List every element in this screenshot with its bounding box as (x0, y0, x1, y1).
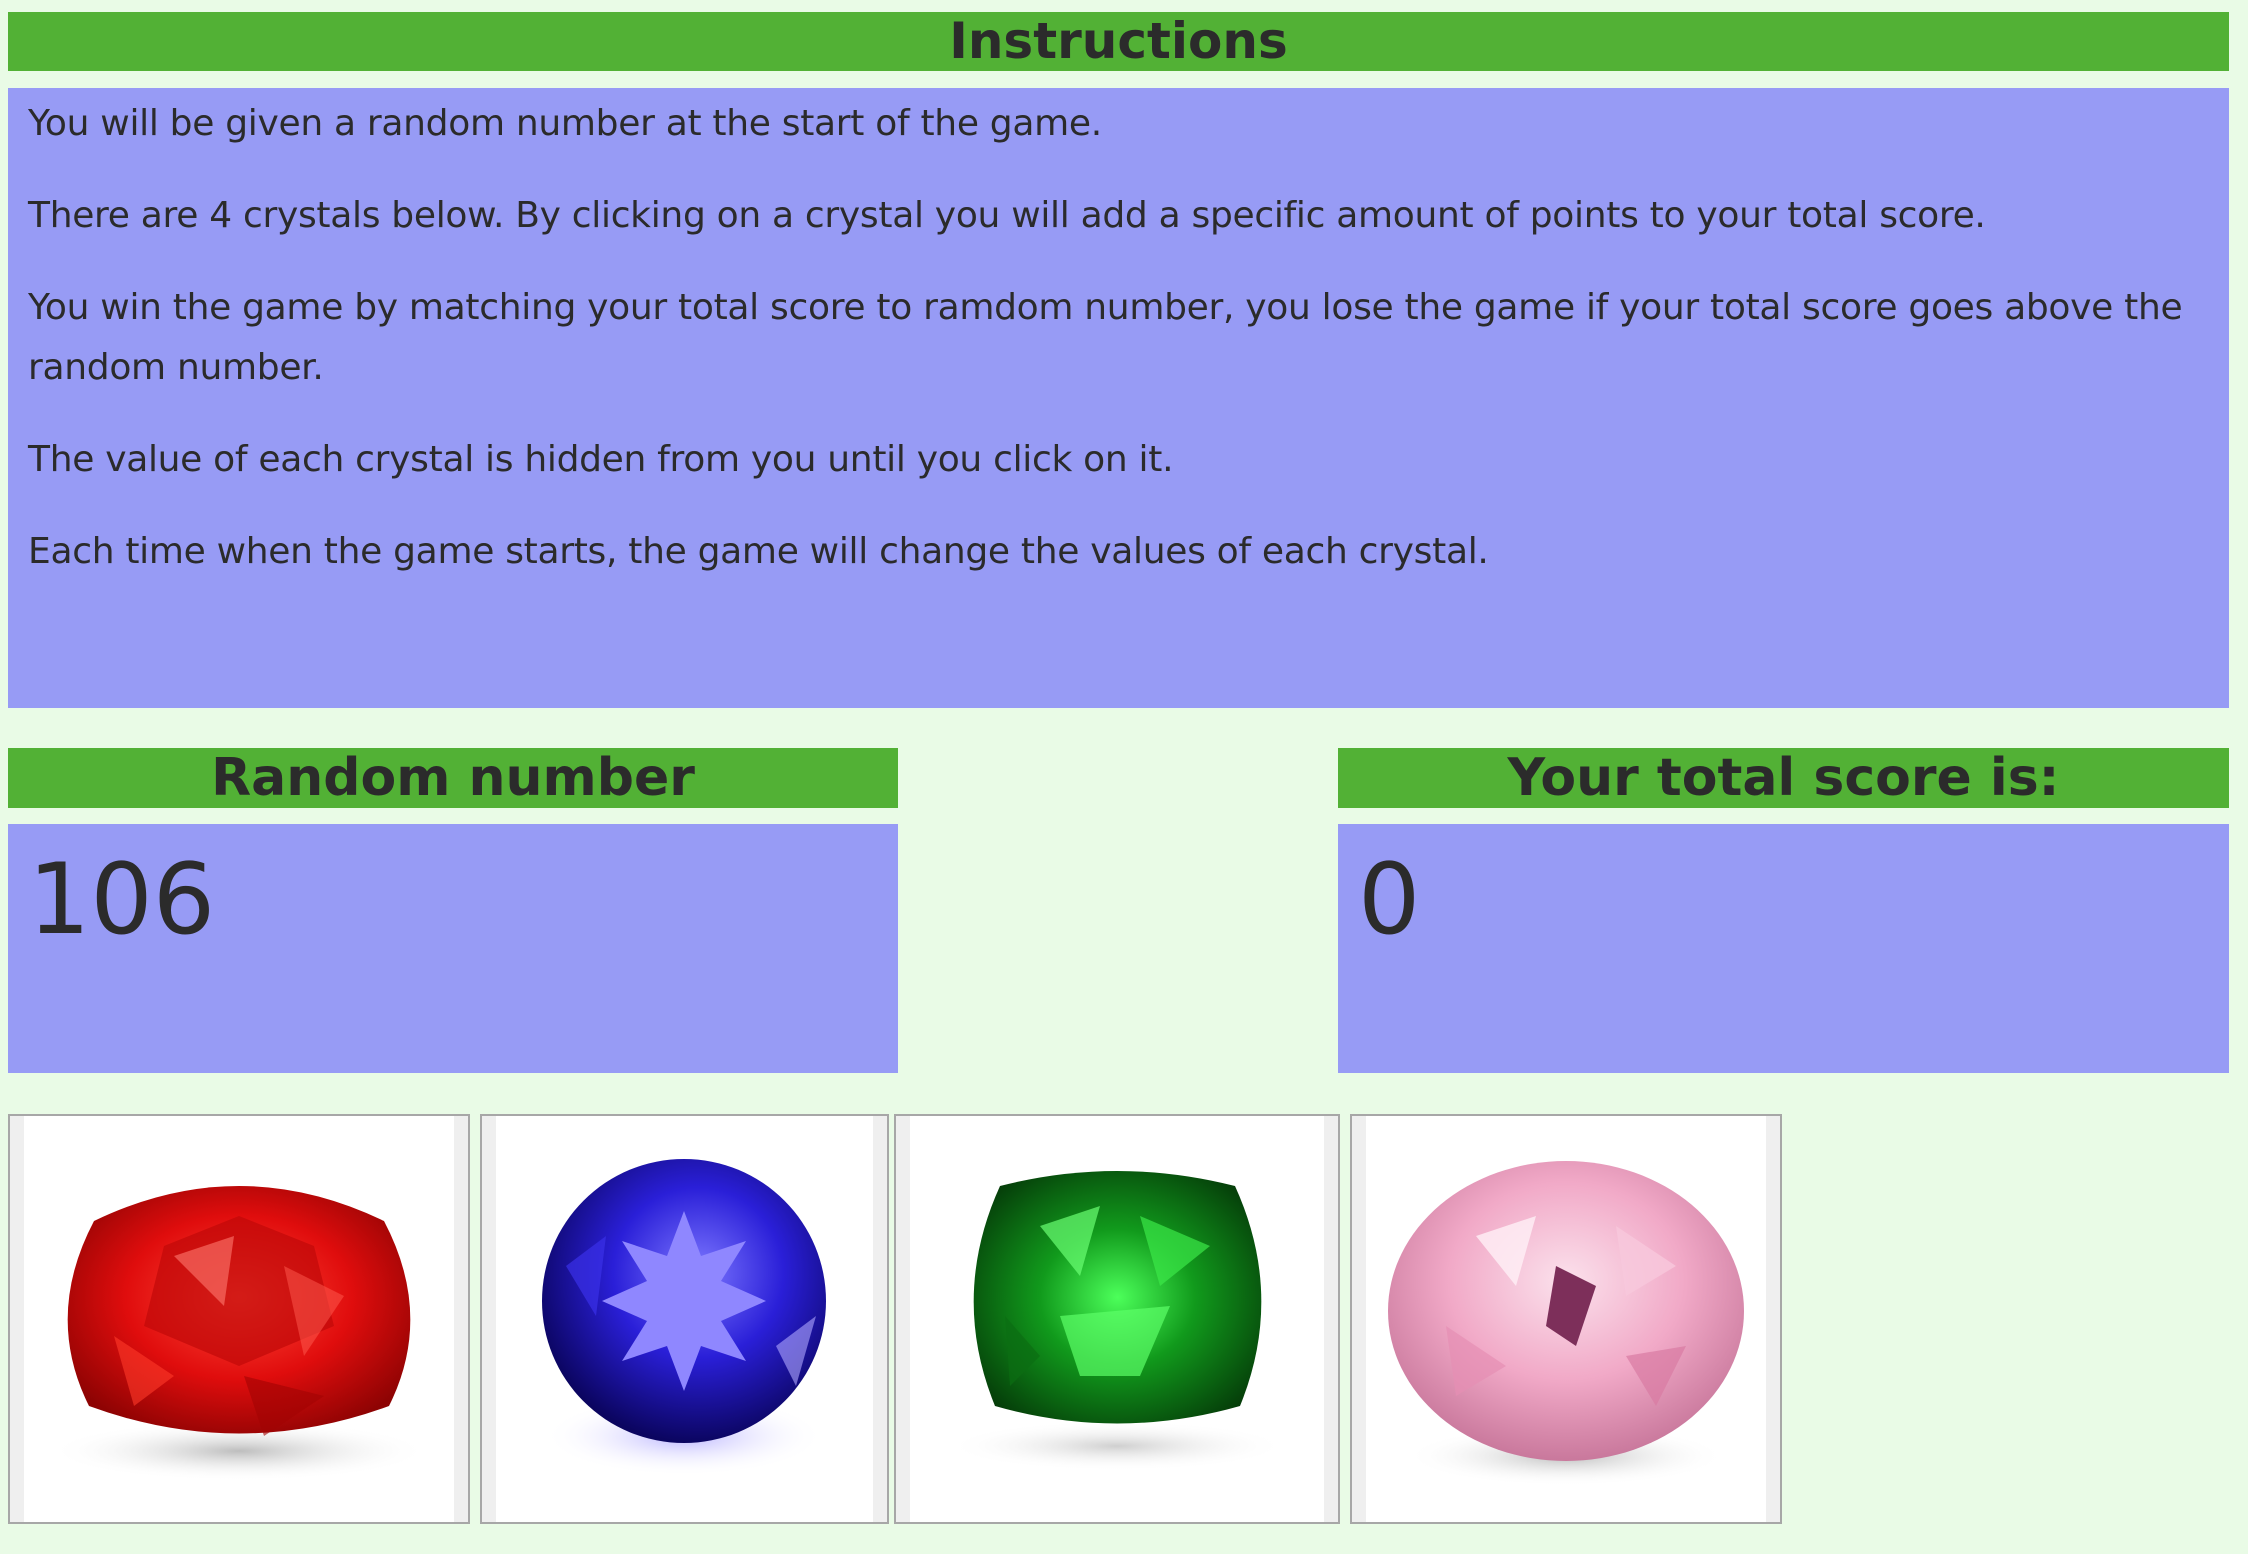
random-number-value: 106 (28, 843, 216, 957)
instructions-title: Instructions (8, 12, 2229, 71)
total-score-title: Your total score is: (1338, 748, 2229, 808)
total-score-value: 0 (1358, 843, 1421, 957)
instruction-text: There are 4 crystals below. By clicking … (28, 195, 1986, 236)
instructions-panel: You will be given a random number at the… (8, 88, 2229, 708)
green-crystal-icon[interactable] (910, 1116, 1324, 1522)
crystal-button-blue[interactable] (480, 1114, 889, 1524)
instruction-text: The value of each crystal is hidden from… (28, 439, 1174, 480)
instruction-text: You win the game by matching your total … (28, 287, 2183, 388)
pink-crystal-icon[interactable] (1366, 1116, 1766, 1522)
crystal-button-pink[interactable] (1350, 1114, 1782, 1524)
random-number-title: Random number (8, 748, 898, 808)
instruction-text: You will be given a random number at the… (28, 103, 1102, 144)
crystal-button-red[interactable] (8, 1114, 470, 1524)
instruction-text: Each time when the game starts, the game… (28, 531, 1489, 572)
red-crystal-icon[interactable] (24, 1116, 454, 1522)
total-score-panel: 0 (1338, 824, 2229, 1073)
crystal-button-green[interactable] (894, 1114, 1340, 1524)
random-number-panel: 106 (8, 824, 898, 1073)
blue-crystal-icon[interactable] (496, 1116, 873, 1522)
